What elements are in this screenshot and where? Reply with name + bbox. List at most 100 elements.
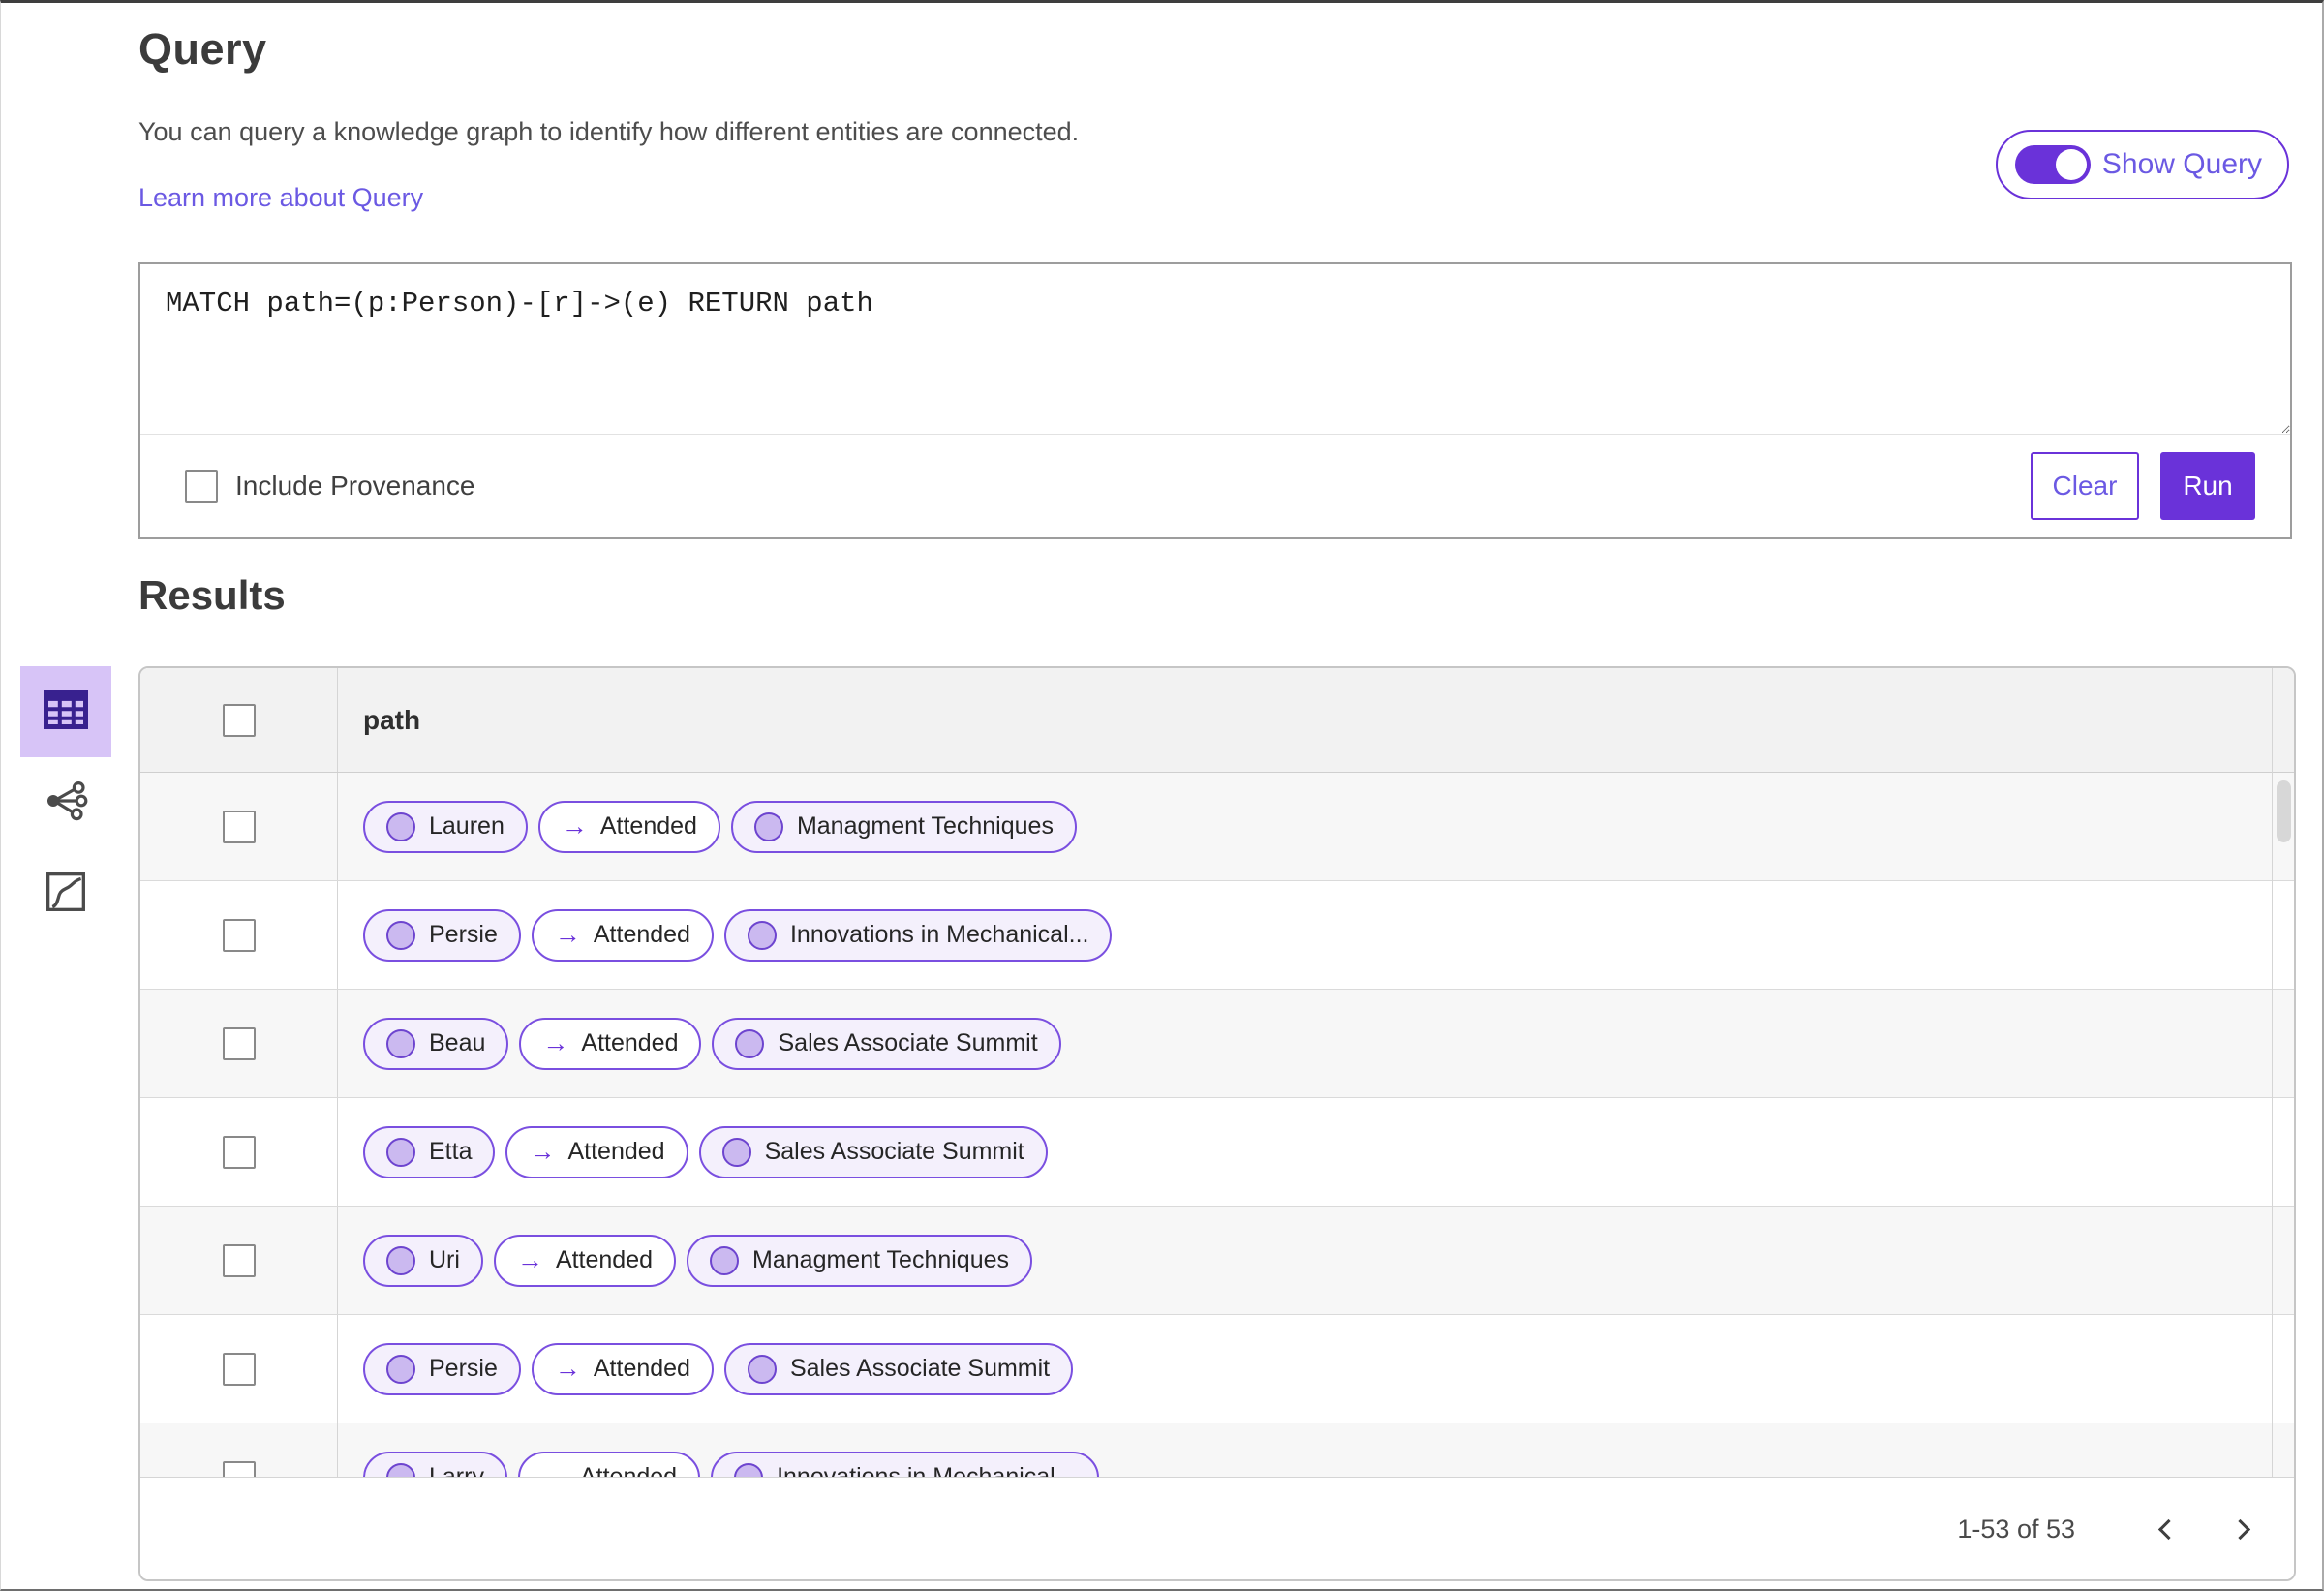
subject-entity-chip[interactable]: Larry	[363, 1451, 507, 1477]
subject-entity-chip[interactable]: Etta	[363, 1125, 496, 1178]
table-row: Lauren → Attended Managment Techniques	[140, 773, 2294, 881]
network-icon	[43, 778, 89, 829]
include-provenance-checkbox[interactable]	[185, 470, 218, 503]
object-entity-chip[interactable]: Managment Techniques	[730, 800, 1077, 853]
relation-chip[interactable]: → Attended	[531, 908, 714, 962]
subject-label: Persie	[429, 1355, 498, 1382]
clear-button[interactable]: Clear	[2031, 452, 2139, 520]
select-all-cell	[140, 668, 338, 772]
object-entity-chip[interactable]: Sales Associate Summit	[698, 1125, 1048, 1178]
subject-entity-chip[interactable]: Persie	[363, 1342, 521, 1395]
table-icon	[44, 689, 88, 734]
row-checkbox[interactable]	[222, 1243, 256, 1277]
relation-chip[interactable]: → Attended	[531, 1342, 714, 1395]
run-button[interactable]: Run	[2160, 452, 2255, 520]
subject-entity-chip[interactable]: Uri	[363, 1234, 483, 1287]
row-checkbox[interactable]	[222, 1352, 256, 1386]
table-body: Lauren → Attended Managment Techniques P…	[140, 773, 2294, 1477]
show-query-toggle[interactable]: Show Query	[1995, 130, 2289, 199]
path-cell: Larry → Attended Innovations in Mechanic…	[338, 1423, 2294, 1477]
row-checkbox[interactable]	[222, 918, 256, 952]
query-description: You can query a knowledge graph to ident…	[138, 117, 1080, 146]
query-section-title: Query	[138, 24, 267, 74]
network-view-button[interactable]	[20, 757, 111, 848]
arrow-icon: →	[542, 1028, 569, 1057]
subject-label: Larry	[429, 1463, 484, 1477]
relation-chip[interactable]: → Attended	[537, 800, 720, 853]
table-row: Etta → Attended Sales Associate Summit	[140, 1098, 2294, 1207]
subject-entity-chip[interactable]: Lauren	[363, 800, 528, 853]
relation-chip[interactable]: → Attended	[493, 1234, 677, 1287]
entity-node-icon	[710, 1245, 740, 1275]
select-all-checkbox[interactable]	[222, 703, 256, 737]
learn-more-link[interactable]: Learn more about Query	[138, 183, 423, 213]
toggle-knob	[2055, 149, 2087, 180]
subject-label: Lauren	[429, 812, 505, 840]
row-checkbox-cell	[140, 881, 338, 989]
entity-node-icon	[734, 1462, 764, 1477]
row-checkbox-cell	[140, 990, 338, 1097]
object-entity-chip[interactable]: Sales Associate Summit	[723, 1342, 1074, 1395]
subject-label: Etta	[429, 1138, 473, 1165]
vertical-scrollbar-thumb[interactable]	[2277, 780, 2291, 842]
row-checkbox-cell	[140, 773, 338, 880]
path-column-header: path	[363, 704, 421, 735]
page-range-label: 1-53 of 53	[1957, 1515, 2075, 1544]
relation-label: Attended	[579, 1463, 678, 1477]
path-cell: Uri → Attended Managment Techniques	[338, 1207, 2294, 1314]
path-cell: Beau → Attended Sales Associate Summit	[338, 990, 2294, 1097]
relation-chip[interactable]: → Attended	[517, 1451, 701, 1477]
table-row: Beau → Attended Sales Associate Summit	[140, 990, 2294, 1098]
arrow-icon: →	[529, 1137, 556, 1166]
subject-label: Persie	[429, 921, 498, 948]
show-query-label: Show Query	[2101, 148, 2262, 180]
entity-node-icon	[386, 1137, 415, 1167]
object-label: Managment Techniques	[752, 1246, 1010, 1273]
object-label: Innovations in Mechanical...	[777, 1463, 1076, 1477]
entity-node-icon	[747, 920, 777, 950]
query-input[interactable]: MATCH path=(p:Person)-[r]->(e) RETURN pa…	[140, 264, 2290, 435]
results-table-header: path	[140, 668, 2294, 773]
path-cell: Etta → Attended Sales Associate Summit	[338, 1098, 2294, 1206]
chart-icon	[45, 871, 87, 918]
entity-node-icon	[386, 1354, 415, 1384]
arrow-icon: →	[554, 1354, 581, 1383]
toggle-on-icon[interactable]	[2014, 145, 2091, 184]
relation-label: Attended	[593, 1355, 690, 1382]
chart-view-button[interactable]	[20, 848, 111, 939]
row-checkbox[interactable]	[222, 1460, 256, 1477]
row-checkbox[interactable]	[222, 1026, 256, 1060]
subject-label: Uri	[429, 1246, 460, 1273]
subject-entity-chip[interactable]: Persie	[363, 908, 521, 962]
entity-node-icon	[386, 811, 415, 841]
object-entity-chip[interactable]: Innovations in Mechanical...	[711, 1451, 1099, 1477]
path-cell: Lauren → Attended Managment Techniques	[338, 773, 2294, 880]
object-entity-chip[interactable]: Innovations in Mechanical...	[723, 908, 1113, 962]
entity-node-icon	[386, 920, 415, 950]
row-checkbox-cell	[140, 1315, 338, 1423]
row-checkbox[interactable]	[222, 1135, 256, 1169]
results-view-switcher	[20, 666, 111, 939]
entity-node-icon	[747, 1354, 777, 1384]
relation-chip[interactable]: → Attended	[519, 1017, 702, 1070]
relation-chip[interactable]: → Attended	[505, 1125, 688, 1178]
results-section-title: Results	[138, 572, 286, 618]
row-checkbox-cell	[140, 1098, 338, 1206]
entity-node-icon	[753, 811, 783, 841]
row-checkbox[interactable]	[222, 810, 256, 843]
query-editor-footer: Include Provenance Clear Run	[140, 435, 2290, 537]
previous-page-button[interactable]	[2143, 1508, 2187, 1552]
object-entity-chip[interactable]: Sales Associate Summit	[712, 1017, 1061, 1070]
object-entity-chip[interactable]: Managment Techniques	[687, 1234, 1033, 1287]
next-page-button[interactable]	[2220, 1508, 2265, 1552]
chevron-right-icon	[2229, 1518, 2250, 1541]
subject-entity-chip[interactable]: Beau	[363, 1017, 509, 1070]
object-label: Sales Associate Summit	[778, 1029, 1038, 1056]
object-label: Innovations in Mechanical...	[789, 921, 1089, 948]
table-row: Persie → Attended Innovations in Mechani…	[140, 881, 2294, 990]
relation-label: Attended	[593, 921, 690, 948]
table-row: Uri → Attended Managment Techniques	[140, 1207, 2294, 1315]
include-provenance-label: Include Provenance	[235, 471, 475, 501]
table-view-button[interactable]	[20, 666, 111, 757]
entity-node-icon	[386, 1245, 415, 1275]
